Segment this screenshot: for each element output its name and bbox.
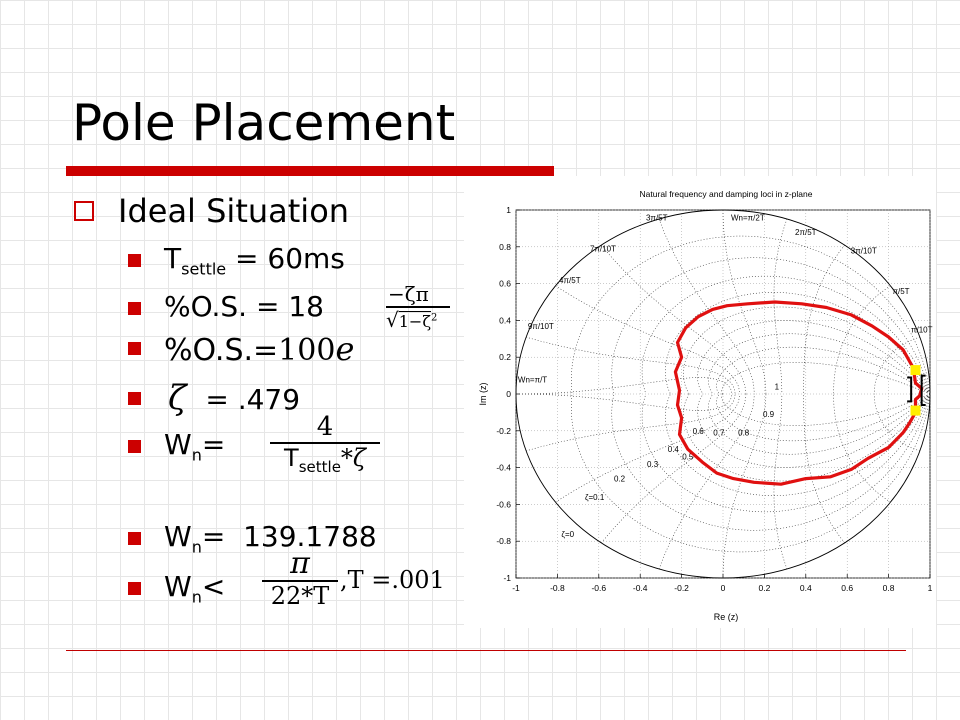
y-tick-label: -1 bbox=[503, 573, 511, 583]
square-bullet-icon bbox=[128, 440, 141, 453]
zeta-label: 1 bbox=[775, 383, 780, 392]
bullet-tsettle: Tsettle = 60ms bbox=[164, 242, 345, 279]
x-tick-label: -0.8 bbox=[550, 583, 565, 593]
wn-val-main: W bbox=[164, 520, 192, 553]
bottom-divider bbox=[66, 650, 906, 651]
square-bullet-icon bbox=[128, 392, 141, 405]
y-tick-label: 0 bbox=[506, 389, 511, 399]
wn-lim-main: W bbox=[164, 570, 192, 603]
frequency-label: 7π/10T bbox=[590, 245, 616, 254]
os-exponent-fraction-top: −ζπ bbox=[388, 282, 429, 306]
sqrt-symbol: √ bbox=[386, 308, 399, 332]
frequency-label: 2π/5T bbox=[795, 228, 817, 237]
zeta-label: 0.3 bbox=[647, 460, 659, 469]
frequency-label: π/10T bbox=[911, 326, 933, 335]
plot-background bbox=[464, 176, 936, 628]
os-formula-e: e bbox=[335, 330, 355, 368]
y-tick-label: 0.4 bbox=[499, 315, 511, 325]
x-tick-label: 0 bbox=[721, 583, 726, 593]
x-tick-label: -1 bbox=[512, 583, 520, 593]
zeta-label: 0.6 bbox=[693, 427, 705, 436]
frequency-label: 3π/10T bbox=[851, 246, 877, 255]
os-exp-den-text: 1−ζ bbox=[398, 311, 432, 331]
y-tick-label: -0.4 bbox=[496, 463, 511, 473]
bullet-wn-limit: Wn< bbox=[164, 570, 225, 607]
bullet-wn-def: Wn= bbox=[164, 428, 225, 465]
y-tick-label: 0.6 bbox=[499, 279, 511, 289]
y-tick-label: -0.2 bbox=[496, 426, 511, 436]
wn-def-rest: = bbox=[201, 428, 226, 461]
y-tick-label: -0.6 bbox=[496, 499, 511, 509]
x-tick-label: -0.6 bbox=[591, 583, 606, 593]
zeta-label: 0.4 bbox=[668, 445, 680, 454]
wn-def-sub: n bbox=[191, 445, 202, 465]
os-formula-eq: =100 bbox=[253, 333, 336, 368]
square-bullet-icon bbox=[128, 254, 141, 267]
wn-def-fraction: 4 Tsettle*ζ bbox=[270, 412, 380, 475]
zeta-label: ζ=0 bbox=[561, 530, 574, 539]
slide-title: Pole Placement bbox=[72, 94, 456, 152]
x-tick-label: 0.6 bbox=[841, 583, 853, 593]
y-tick-label: 0.8 bbox=[499, 242, 511, 252]
zeta-label: 0.9 bbox=[763, 410, 775, 419]
tsettle-rest: = 60ms bbox=[226, 242, 345, 275]
x-tick-label: 1 bbox=[928, 583, 933, 593]
x-tick-label: -0.2 bbox=[674, 583, 689, 593]
wn-def-main: W bbox=[164, 428, 192, 461]
wn-def-den: Tsettle*ζ bbox=[270, 444, 380, 476]
wn-lim-fraction: π 22*T bbox=[262, 548, 338, 610]
square-bullet-icon bbox=[128, 582, 141, 595]
y-axis-label: Im (z) bbox=[478, 383, 488, 406]
square-bullet-icon bbox=[128, 532, 141, 545]
wn-def-den-rest: *ζ bbox=[340, 443, 366, 472]
z-plane-plot: -1 -0.8 -0.6 -0.4 -0.2 0 0.2 0.4 0.6 0.8 1 1 0.8 0.6 0… bbox=[464, 176, 936, 628]
heading-text: Ideal Situation bbox=[118, 192, 350, 230]
frequency-label: 3π/5T bbox=[646, 213, 668, 222]
os-exp-den-pow: 2 bbox=[431, 312, 438, 324]
pole-marker bbox=[910, 405, 921, 416]
title-underline bbox=[66, 166, 554, 176]
tsettle-main: T bbox=[164, 242, 182, 275]
square-bullet-icon bbox=[128, 302, 141, 315]
wn-lim-rest: < bbox=[201, 570, 226, 603]
zeta-label: 0.8 bbox=[738, 429, 750, 438]
y-tick-label: 1 bbox=[506, 205, 511, 215]
x-tick-label: 0.4 bbox=[800, 583, 812, 593]
wn-val-sub: n bbox=[191, 537, 202, 557]
wn-def-num: 4 bbox=[316, 412, 334, 442]
y-tick-label: 0.2 bbox=[499, 352, 511, 362]
x-tick-label: -0.4 bbox=[633, 583, 648, 593]
os-exponent-den: √1−ζ2 bbox=[386, 308, 437, 332]
wn-lim-num: π bbox=[290, 546, 310, 581]
wn-def-den-sub: settle bbox=[298, 457, 341, 476]
wn-lim-sub: n bbox=[191, 587, 202, 607]
chart-title: Natural frequency and damping loci in z-… bbox=[640, 189, 813, 199]
frequency-label: Wn=π/T bbox=[518, 375, 547, 384]
zeta-label: 0.7 bbox=[713, 429, 725, 438]
heading-ideal-situation: Ideal Situation bbox=[74, 192, 349, 230]
zeta-label: ζ=0.1 bbox=[585, 493, 605, 502]
zeta-symbol: ζ bbox=[168, 378, 187, 418]
frequency-label: Wn=π/2T bbox=[731, 213, 765, 222]
tsettle-sub: settle bbox=[181, 259, 227, 279]
x-axis-label: Re (z) bbox=[714, 612, 739, 622]
wn-def-den-main: T bbox=[284, 443, 299, 472]
pole-marker bbox=[910, 365, 921, 376]
zeta-label: 0.2 bbox=[614, 475, 626, 484]
square-bullet-icon bbox=[128, 342, 141, 355]
x-tick-label: 0.2 bbox=[758, 583, 770, 593]
frequency-label: π/5T bbox=[892, 287, 909, 296]
os-formula-lhs: %O.S. bbox=[164, 333, 254, 368]
wn-lim-tail: ,T =.001 bbox=[340, 566, 445, 594]
bullet-os: %O.S. = 18 bbox=[164, 290, 324, 323]
bullet-os-formula: %O.S.=100e bbox=[164, 330, 354, 368]
os-exp-numerator: −ζπ bbox=[388, 282, 429, 306]
frequency-label: 4π/5T bbox=[559, 276, 581, 285]
y-tick-label: -0.8 bbox=[496, 536, 511, 546]
hollow-square-bullet-icon bbox=[74, 201, 94, 221]
frequency-label: 9π/10T bbox=[528, 322, 554, 331]
x-tick-label: 0.8 bbox=[883, 583, 895, 593]
wn-lim-den: 22*T bbox=[270, 581, 330, 610]
